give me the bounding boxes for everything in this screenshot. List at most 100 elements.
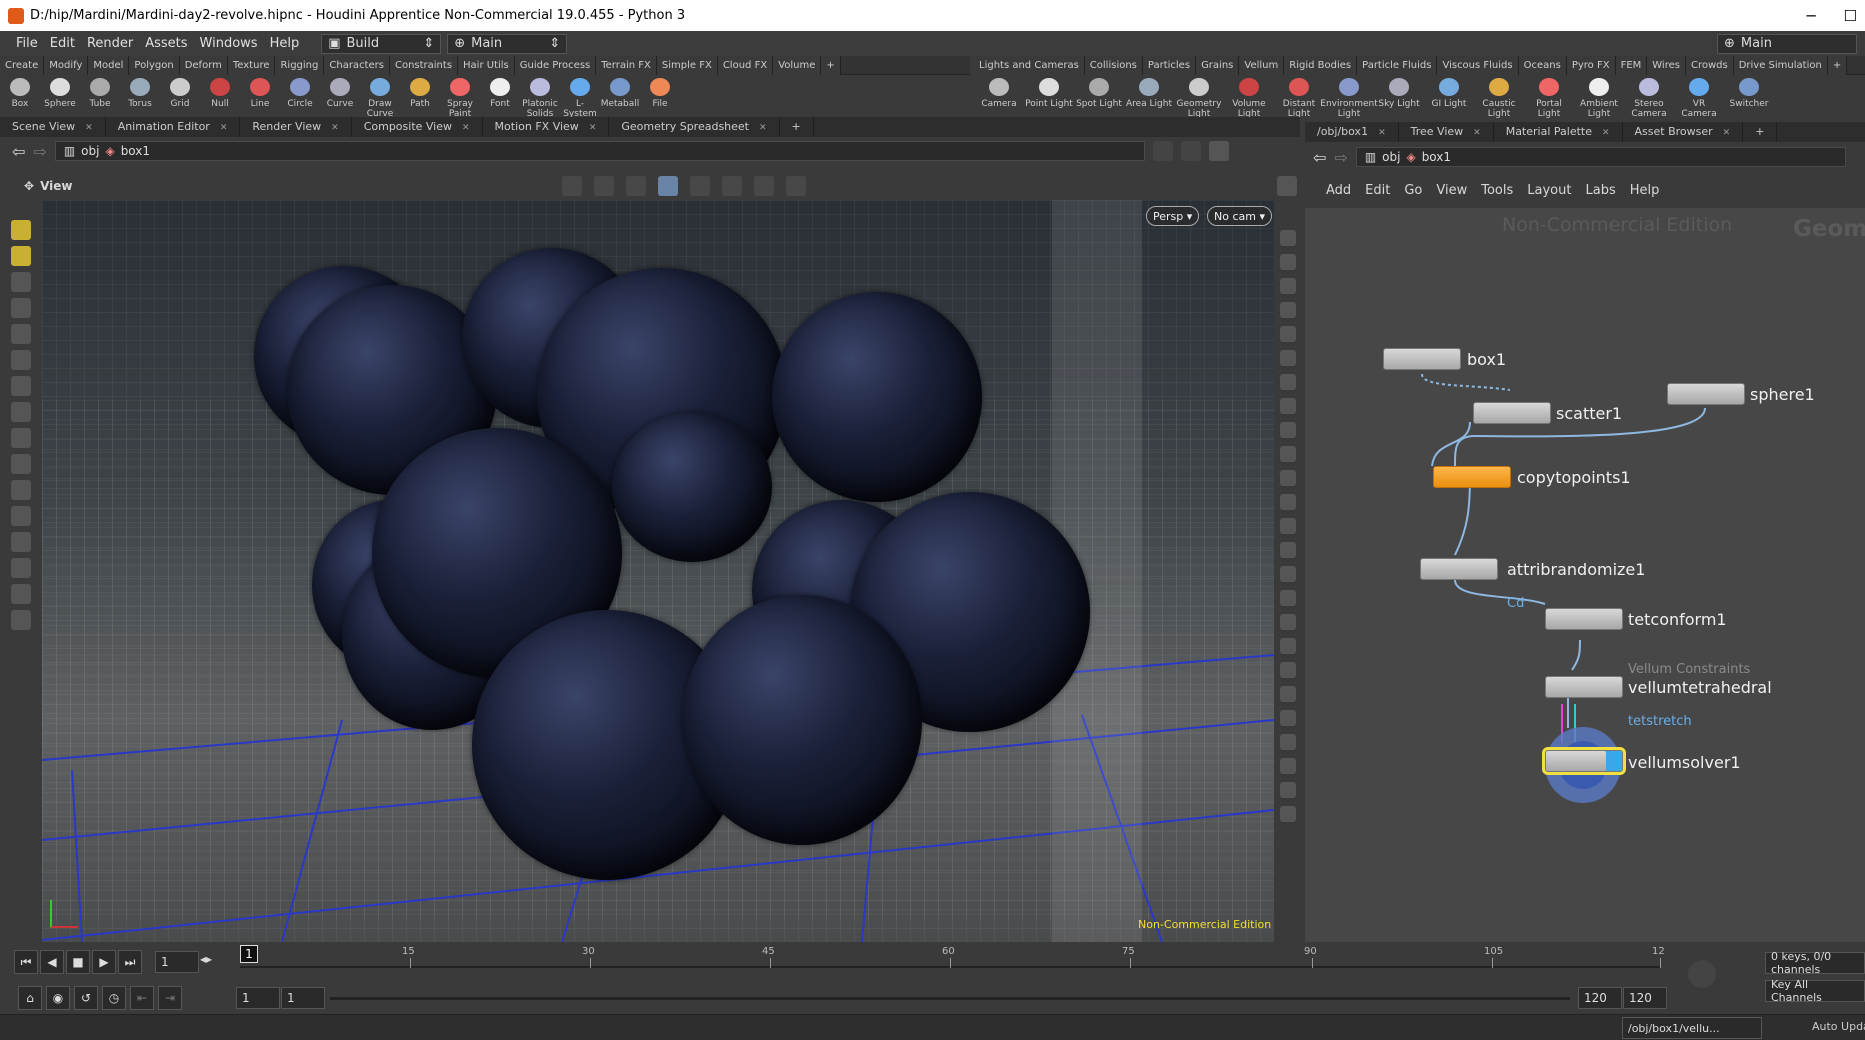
shelf-tool-ambient-light[interactable]: Ambient Light: [1574, 78, 1624, 119]
shelf-tab-lights-and-cameras[interactable]: Lights and Cameras: [974, 55, 1085, 75]
shelf-tool-box[interactable]: Box: [0, 78, 40, 109]
shelf-tool-file[interactable]: File: [640, 78, 680, 109]
shelf-tool-line[interactable]: Line: [240, 78, 280, 109]
close-icon[interactable]: ✕: [220, 123, 228, 133]
node-vellumsolver1[interactable]: [1542, 747, 1626, 775]
pin-icon[interactable]: [1152, 141, 1173, 161]
tab-add[interactable]: +: [1743, 122, 1778, 142]
close-icon[interactable]: ✕: [589, 123, 597, 133]
shelf-tab-collisions[interactable]: Collisions: [1084, 55, 1143, 75]
play-button[interactable]: ▶: [92, 950, 116, 974]
shelf-tool-stereo-camera[interactable]: Stereo Camera: [1624, 78, 1674, 119]
jump-end-button[interactable]: ⏭: [118, 950, 142, 974]
shelf-tab-texture[interactable]: Texture: [227, 55, 276, 75]
prev-key-icon[interactable]: ⇤: [130, 986, 154, 1010]
menu-windows[interactable]: Windows: [194, 36, 264, 51]
wireframe-icon[interactable]: [1280, 230, 1296, 246]
shelf-tool-area-light[interactable]: Area Light: [1124, 78, 1174, 109]
transform-icon[interactable]: [11, 454, 31, 474]
shelf-tool-geometry-light[interactable]: Geometry Light: [1174, 78, 1224, 119]
jump-start-button[interactable]: ⏮: [14, 950, 38, 974]
info-icon[interactable]: [1280, 806, 1296, 822]
next-key-icon[interactable]: ⇥: [158, 986, 182, 1010]
ghost-icon[interactable]: [1280, 326, 1296, 342]
menu-help[interactable]: Help: [264, 36, 306, 51]
network-menu-add[interactable]: Add: [1319, 183, 1358, 198]
close-icon[interactable]: ✕: [1378, 128, 1386, 138]
menu-assets[interactable]: Assets: [139, 36, 193, 51]
shelf-tab-pyro-fx[interactable]: Pyro FX: [1566, 55, 1616, 75]
snapshot-icon[interactable]: [1280, 470, 1296, 486]
shelf-tool-tube[interactable]: Tube: [80, 78, 120, 109]
range-end-field[interactable]: 120: [1623, 987, 1667, 1009]
pin-icon[interactable]: [1280, 782, 1296, 798]
edit-icon[interactable]: [1280, 590, 1296, 606]
tab-geometry-spreadsheet[interactable]: Geometry Spreadsheet ✕: [609, 117, 780, 137]
shelf-tab-create[interactable]: Create: [0, 55, 45, 75]
close-icon[interactable]: ✕: [1723, 128, 1731, 138]
shaded-icon[interactable]: [1280, 254, 1296, 270]
back-arrow-icon[interactable]: ⇦: [1313, 148, 1326, 167]
brush-icon[interactable]: [1280, 518, 1296, 534]
diamond-icon[interactable]: [1280, 662, 1296, 678]
tab-animation-editor[interactable]: Animation Editor ✕: [106, 117, 241, 137]
playback-end-field[interactable]: 120: [1578, 987, 1622, 1009]
shelf-tool-null[interactable]: Null: [200, 78, 240, 109]
node-copytopoints1[interactable]: [1433, 466, 1511, 488]
shelf-tab-particles[interactable]: Particles: [1142, 55, 1197, 75]
display-icon[interactable]: [1280, 398, 1296, 414]
menu-file[interactable]: File: [10, 36, 44, 51]
tab-add[interactable]: +: [780, 117, 814, 137]
lock-icon[interactable]: [1280, 278, 1296, 294]
shelf-tab-hair-utils[interactable]: Hair Utils: [458, 55, 515, 75]
shelf-tab-grains[interactable]: Grains: [1196, 55, 1240, 75]
right-path-field[interactable]: ▥ obj ◈ box1: [1355, 147, 1846, 167]
path-node[interactable]: box1: [121, 144, 150, 158]
close-icon[interactable]: ✕: [1473, 128, 1481, 138]
shelf-tool-spot-light[interactable]: Spot Light: [1074, 78, 1124, 109]
shelf-tool-switcher[interactable]: Switcher: [1724, 78, 1774, 109]
shelf-tool-draw-curve[interactable]: Draw Curve: [360, 78, 400, 119]
tab-render-view[interactable]: Render View ✕: [240, 117, 352, 137]
shelf-tab-add[interactable]: +: [1827, 55, 1848, 75]
shelf-tool-distant-light[interactable]: Distant Light: [1274, 78, 1324, 119]
network-menu-labs[interactable]: Labs: [1578, 183, 1622, 198]
network-editor[interactable]: Non-Commercial Edition Geome box1: [1305, 208, 1865, 942]
shelf-tab-guide-process[interactable]: Guide Process: [514, 55, 597, 75]
normal-icon[interactable]: [1280, 374, 1296, 390]
network-menu-help[interactable]: Help: [1623, 183, 1667, 198]
shelf-tool-curve[interactable]: Curve: [320, 78, 360, 109]
shelf-tool-environment-light[interactable]: Environment Light: [1320, 78, 1378, 119]
timeline-ruler[interactable]: 1 15 30 45 60 75 90 105 12: [240, 942, 1665, 982]
tab-tree-view[interactable]: Tree View ✕: [1399, 122, 1494, 142]
link-icon[interactable]: [1180, 141, 1201, 161]
camera-shot-icon[interactable]: [754, 176, 775, 196]
tab-asset-browser[interactable]: Asset Browser ✕: [1623, 122, 1744, 142]
back-arrow-icon[interactable]: ⇦: [12, 142, 25, 161]
node-scatter1[interactable]: [1473, 402, 1551, 424]
shelf-tool-l-system[interactable]: L-System: [560, 78, 600, 119]
shelf-tab-constraints[interactable]: Constraints: [389, 55, 459, 75]
shelf-tab-polygon[interactable]: Polygon: [129, 55, 180, 75]
auto-update-button[interactable]: Auto Update: [1812, 1020, 1865, 1033]
shelf-tool-circle[interactable]: Circle: [280, 78, 320, 109]
scale-icon[interactable]: [1280, 542, 1296, 558]
sculpt-icon[interactable]: [11, 376, 31, 396]
tab-material-palette[interactable]: Material Palette ✕: [1494, 122, 1623, 142]
camera-icon[interactable]: [1280, 758, 1296, 774]
snap-icon[interactable]: [11, 506, 31, 526]
clock-icon[interactable]: ◷: [102, 986, 126, 1010]
audio-icon[interactable]: ⌂: [18, 986, 42, 1010]
shelf-tab-deform[interactable]: Deform: [179, 55, 228, 75]
close-icon[interactable]: ✕: [331, 123, 339, 133]
node-tetconform1[interactable]: [1545, 608, 1623, 630]
network-menu-go[interactable]: Go: [1397, 183, 1429, 198]
shelf-tool-font[interactable]: Font: [480, 78, 520, 109]
shelf-tool-sky-light[interactable]: Sky Light: [1374, 78, 1424, 109]
select-icon[interactable]: [1280, 710, 1296, 726]
play-reverse-button[interactable]: ◀: [40, 950, 64, 974]
light-icon[interactable]: [1280, 302, 1296, 318]
network-menu-edit[interactable]: Edit: [1358, 183, 1397, 198]
minimize-button[interactable]: ─: [1807, 7, 1816, 25]
shelf-tab-terrain-fx[interactable]: Terrain FX: [596, 55, 657, 75]
